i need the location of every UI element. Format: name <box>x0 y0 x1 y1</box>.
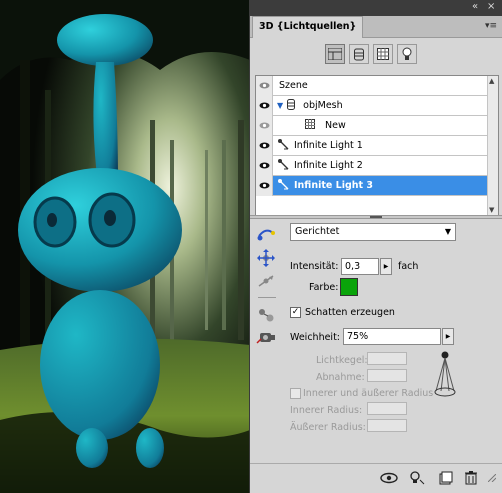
scroll-up-icon[interactable]: ▲ <box>489 77 494 85</box>
mesh-filter-icon[interactable] <box>349 44 369 64</box>
cast-shadows-label: Schatten erzeugen <box>305 307 395 318</box>
intensity-slider-button[interactable]: ▶ <box>380 258 392 275</box>
intensity-unit: fach <box>398 261 419 272</box>
scene-filter-icon[interactable] <box>325 44 345 64</box>
list-item[interactable]: ▼ objMesh <box>256 95 488 116</box>
light-filter-icon[interactable] <box>397 44 417 64</box>
softness-label: Weichheit: <box>290 332 340 343</box>
intensity-input[interactable]: 0,3 <box>341 258 379 275</box>
infinite-light-icon <box>277 158 289 173</box>
falloff-input <box>367 369 407 382</box>
eye-icon[interactable] <box>256 95 273 116</box>
panel-bottom-bar <box>250 463 502 491</box>
move-to-view-icon[interactable] <box>254 326 278 348</box>
list-item[interactable]: New <box>256 115 488 136</box>
scroll-down-icon[interactable]: ▼ <box>489 206 494 214</box>
close-panel-icon[interactable]: × <box>487 1 495 12</box>
panel-menu-icon[interactable]: ▾≡ <box>485 21 497 31</box>
softness-input[interactable]: 75% <box>343 328 441 345</box>
inner-radius-input <box>367 402 407 415</box>
hotspot-input <box>367 352 407 365</box>
cast-shadows-checkbox[interactable]: ✓ <box>290 307 301 318</box>
layer-label: Infinite Light 3 <box>294 180 373 191</box>
point-at-origin-icon[interactable] <box>254 304 278 326</box>
icon-separator <box>258 297 276 298</box>
layer-label: Szene <box>279 80 308 91</box>
layer-label: Infinite Light 2 <box>294 160 363 171</box>
3d-viewport[interactable] <box>0 0 250 493</box>
eye-icon[interactable] <box>256 135 273 156</box>
filter-toolbar <box>325 44 417 64</box>
material-icon <box>305 119 315 132</box>
layer-label: New <box>325 120 346 131</box>
panel-collapse-strip: « × <box>249 0 502 16</box>
intensity-label: Intensität: <box>290 261 339 272</box>
outer-radius-label: Äußerer Radius: <box>290 422 366 433</box>
falloff-label: Abnahme: <box>316 372 365 383</box>
expand-triangle-icon[interactable]: ▼ <box>277 101 283 110</box>
light-color-swatch[interactable] <box>340 278 358 296</box>
collapse-icon[interactable]: « <box>472 1 478 12</box>
eye-icon[interactable] <box>256 115 273 136</box>
eye-icon[interactable] <box>256 175 273 196</box>
mesh-icon <box>287 98 296 113</box>
rotate-light-icon[interactable] <box>254 224 278 246</box>
splitter-grip-icon[interactable] <box>370 216 382 218</box>
spotlight-cone-icon <box>433 351 457 402</box>
softness-slider-button[interactable]: ▶ <box>442 328 454 345</box>
panel-tab-bar: 3D {Lichtquellen} ▾≡ <box>250 16 502 38</box>
eye-icon[interactable] <box>256 155 273 176</box>
infinite-light-icon <box>277 178 289 193</box>
inner-radius-label: Innerer Radius: <box>290 405 363 416</box>
forest-scene-image <box>0 0 250 493</box>
chevron-down-icon: ▼ <box>444 227 451 236</box>
panel-splitter[interactable] <box>250 215 502 219</box>
slide-light-icon[interactable] <box>254 270 278 292</box>
infinite-light-icon <box>277 138 289 153</box>
layer-list[interactable]: Szene ▼ objMesh New Infinite Light 1 Inf… <box>255 75 499 216</box>
3d-panel: 3D {Lichtquellen} ▾≡ Szene ▼ objMesh New… <box>249 16 502 493</box>
layer-list-scrollbar[interactable]: ▲ ▼ <box>487 76 498 215</box>
toggle-lights-icon[interactable] <box>380 470 398 486</box>
material-filter-icon[interactable] <box>373 44 393 64</box>
light-type-select[interactable]: Gerichtet ▼ <box>290 223 456 241</box>
layer-label: Infinite Light 1 <box>294 140 363 151</box>
eye-icon[interactable] <box>256 75 273 96</box>
list-item[interactable]: Infinite Light 1 <box>256 135 488 156</box>
tab-3d-lights[interactable]: 3D {Lichtquellen} <box>252 16 364 38</box>
layer-label: objMesh <box>303 100 343 111</box>
list-item[interactable]: Szene <box>256 75 488 96</box>
radius-checkbox <box>290 388 301 399</box>
resize-grip-icon[interactable] <box>486 470 498 486</box>
hotspot-label: Lichtkegel: <box>316 355 368 366</box>
outer-radius-input <box>367 419 407 432</box>
new-light-icon[interactable] <box>408 470 426 486</box>
radius-checkbox-label: Innerer und äußerer Radius <box>303 388 434 399</box>
list-item[interactable]: Infinite Light 3 <box>256 175 488 196</box>
delete-icon[interactable] <box>462 470 480 486</box>
list-item[interactable]: Infinite Light 2 <box>256 155 488 176</box>
render-icon[interactable] <box>437 470 455 486</box>
color-label: Farbe: <box>309 282 339 293</box>
light-type-value: Gerichtet <box>295 226 340 237</box>
drag-light-icon[interactable] <box>254 247 278 269</box>
